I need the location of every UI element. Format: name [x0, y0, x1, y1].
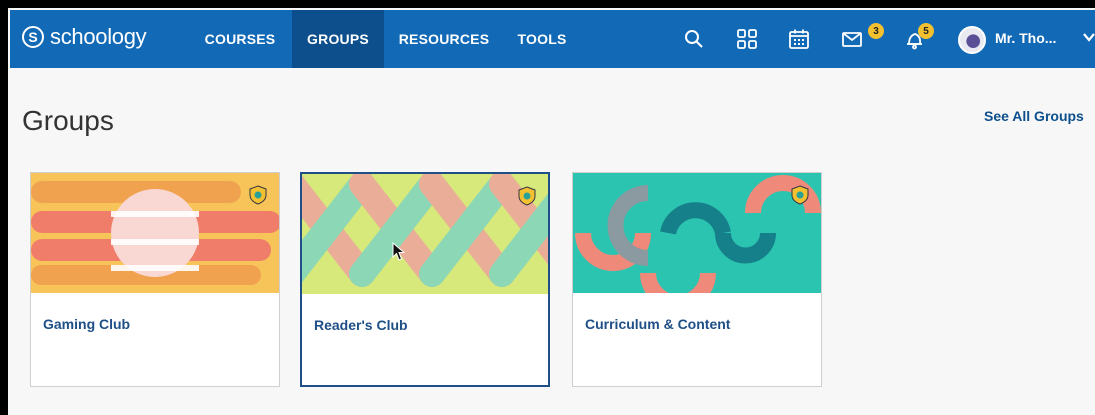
apps-grid-icon[interactable]	[734, 26, 760, 52]
logo-mark: S	[22, 26, 44, 48]
nav-courses-label: COURSES	[204, 31, 276, 47]
messages-badge: 3	[868, 23, 884, 39]
logo-text: schoology	[50, 24, 147, 49]
envelope-icon[interactable]	[840, 26, 866, 52]
group-card-curriculum-content[interactable]: Curriculum & Content	[572, 172, 822, 387]
notifications-badge: 5	[918, 23, 934, 39]
see-all-groups-link[interactable]: See All Groups	[984, 108, 1084, 124]
nav-courses[interactable]: COURSES	[190, 10, 290, 68]
mouse-cursor-icon	[392, 241, 406, 267]
gaming-club-cover-image	[31, 173, 279, 293]
nav-groups-label: GROUPS	[307, 31, 369, 47]
search-icon[interactable]	[681, 26, 707, 52]
page-title: Groups	[22, 105, 114, 136]
group-name[interactable]: Reader's Club	[314, 317, 408, 333]
nav-resources-label: RESOURCES	[398, 31, 490, 47]
calendar-icon[interactable]	[786, 26, 812, 52]
chevron-down-icon[interactable]	[1082, 30, 1095, 49]
group-name[interactable]: Gaming Club	[43, 316, 130, 332]
avatar[interactable]	[958, 26, 986, 54]
nav-groups[interactable]: GROUPS	[292, 10, 384, 68]
curriculum-content-cover-image	[573, 173, 821, 293]
nav-tools[interactable]: TOOLS	[502, 10, 582, 68]
readers-club-cover-image	[302, 174, 548, 294]
user-name[interactable]: Mr. Tho...	[995, 30, 1056, 46]
top-navigation-bar: S schoology COURSES GROUPS RESOURCES TOO…	[10, 10, 1095, 68]
group-name[interactable]: Curriculum & Content	[585, 316, 730, 332]
group-card-gaming-club[interactable]: Gaming Club	[30, 172, 280, 387]
nav-resources[interactable]: RESOURCES	[388, 10, 500, 68]
shield-icon	[791, 185, 809, 205]
group-card-readers-club[interactable]: Reader's Club	[300, 172, 550, 387]
shield-icon	[249, 185, 267, 205]
shield-icon	[518, 186, 536, 206]
schoology-logo[interactable]: S schoology	[22, 24, 147, 50]
nav-tools-label: TOOLS	[517, 31, 567, 47]
